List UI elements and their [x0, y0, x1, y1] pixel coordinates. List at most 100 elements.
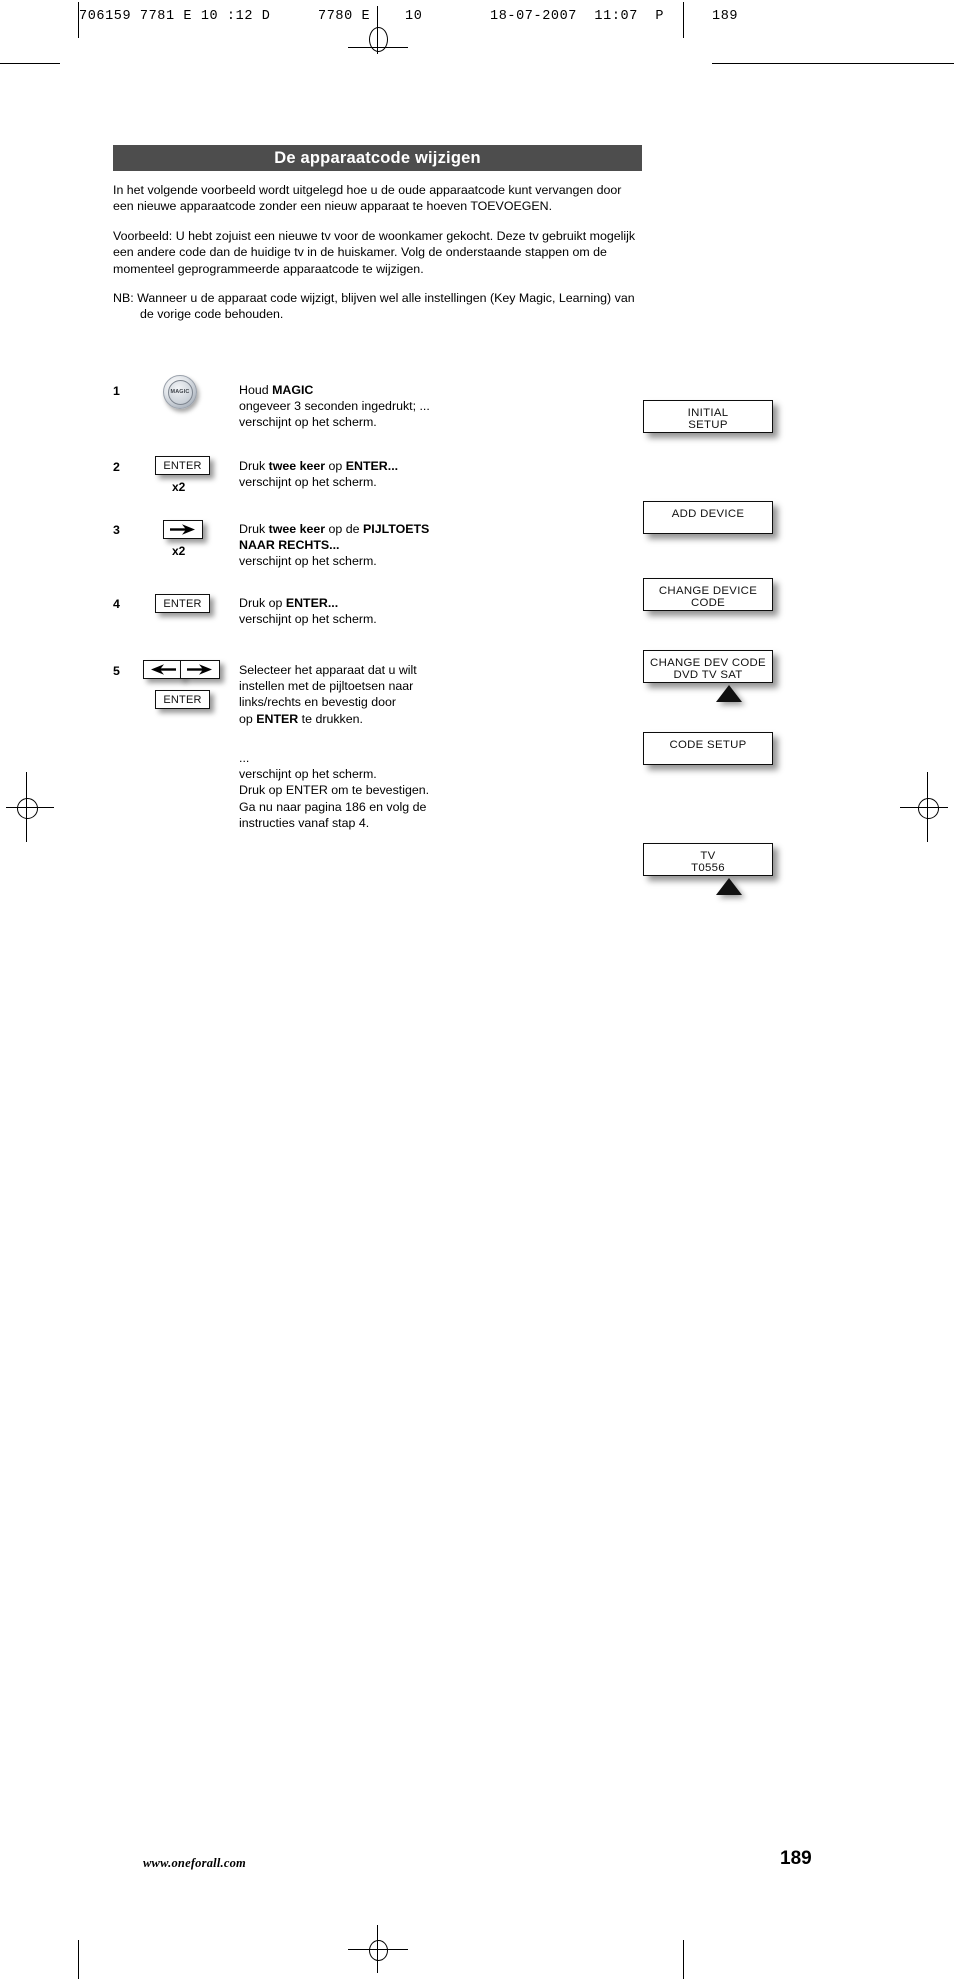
step3-line1-b: twee keer: [268, 522, 326, 536]
display-change-device-code: CHANGE DEVICE CODE: [643, 578, 773, 611]
magic-button-icon[interactable]: MAGIC: [163, 375, 197, 409]
enter-key-label-step4: ENTER: [163, 597, 202, 610]
step-number-5: 5: [113, 664, 120, 678]
display-add-device-line1: ADD DEVICE: [671, 508, 745, 520]
trim-rule-right: [712, 63, 954, 64]
step1-line1-bold: MAGIC: [272, 383, 314, 397]
arrow-right-key-step3[interactable]: [163, 520, 203, 539]
step3-line1-c: op de: [325, 522, 363, 536]
display-initial-setup-line1: INITIAL: [687, 407, 729, 419]
arrow-right-icon: [187, 664, 212, 675]
step1-line2: ongeveer 3 seconden ingedrukt; ...: [239, 399, 430, 414]
slug-divider-left: [78, 2, 79, 38]
step-text-4: Druk op ENTER... verschijnt op het scher…: [239, 595, 469, 627]
enter-key-label-step5: ENTER: [163, 693, 202, 706]
slug-divider-right: [683, 2, 684, 38]
step3-line3: verschijnt op het scherm.: [239, 554, 377, 569]
step-text-5: Selecteer het apparaat dat u wilt instel…: [239, 662, 469, 727]
printer-slug: 706159 7781 E 10 :12 D 7780 E 10 18-07-2…: [0, 4, 954, 32]
display-change-dev-code-line1: CHANGE DEV CODE: [650, 657, 766, 669]
step5-line4-a: op: [239, 711, 257, 726]
registration-mark-top-circle: [369, 27, 388, 52]
step5-line2: instellen met de pijltoetsen naar: [239, 679, 414, 694]
device-option-tv[interactable]: TV: [702, 669, 717, 681]
step1-line3: verschijnt op het scherm.: [239, 415, 377, 430]
arrow-right-key-step5[interactable]: [180, 660, 220, 679]
slug-datestamp: 18-07-2007 11:07 P: [490, 9, 665, 24]
step-text-1: Houd MAGIC ongeveer 3 seconden ingedrukt…: [239, 382, 469, 431]
arrow-right-icon: [170, 524, 195, 535]
magic-button-label: MAGIC: [167, 379, 193, 405]
display-change-dev-code: CHANGE DEV CODE DVD TV SAT: [643, 650, 773, 683]
step-text-3: Druk twee keer op de PIJLTOETS NAAR RECH…: [239, 521, 469, 570]
step5-tail-line1: ...: [239, 751, 250, 765]
step2-line1-b: twee keer: [268, 459, 326, 473]
enter-key-step5[interactable]: ENTER: [155, 690, 210, 709]
display-initial-setup: INITIAL SETUP: [643, 400, 773, 433]
step1-line1-plain: Houd: [239, 383, 273, 397]
trim-bar-bottom-left: [78, 1940, 79, 1979]
step2-line2: verschijnt op het scherm.: [239, 475, 377, 490]
step-number-4: 4: [113, 597, 120, 611]
display-change-device-code-line2: CODE: [690, 597, 726, 609]
step4-line1-b: ENTER...: [285, 596, 339, 610]
trim-rule-left: [0, 63, 60, 64]
page-title: De apparaatcode wijzigen: [113, 145, 642, 171]
display-change-dev-code-devices: DVD TV SAT: [644, 669, 772, 681]
footer-website-url[interactable]: www.oneforall.com: [143, 1856, 246, 1871]
step-number-3: 3: [113, 523, 120, 537]
step5-tail-text: ... verschijnt op het scherm. Druk op EN…: [239, 750, 469, 831]
enter-key-step2[interactable]: ENTER: [155, 456, 210, 475]
page-canvas: 706159 7781 E 10 :12 D 7780 E 10 18-07-2…: [0, 0, 954, 1979]
step3-line1-a: Druk: [239, 522, 269, 536]
device-option-sat[interactable]: SAT: [720, 669, 742, 681]
step5-line3: links/rechts en bevestig door: [239, 695, 397, 710]
step2-line1-c: op: [325, 459, 346, 473]
slug-job-code: 706159 7781 E 10 :12 D: [79, 9, 271, 24]
selection-caret-tv-code: [716, 878, 742, 895]
step-text-2: Druk twee keer op ENTER... verschijnt op…: [239, 458, 469, 490]
step4-line1-a: Druk op: [239, 596, 286, 610]
step5-tail-line4: Ga nu naar pagina 186 en volg de: [239, 799, 427, 814]
slug-plate-code: 7780 E 10: [318, 9, 423, 24]
display-tv-code-line1: TV: [700, 850, 716, 862]
arrow-left-icon: [151, 664, 176, 675]
display-tv-code-line2: T0556: [691, 862, 725, 874]
step5-line4-c: te drukken.: [298, 711, 363, 726]
display-tv-code: TV T0556: [643, 843, 773, 876]
slug-page-marker: 189: [712, 9, 739, 24]
step5-tail-line5: instructies vanaf stap 4.: [239, 815, 370, 830]
note-paragraph: NB: Wanneer u de apparaat code wijzigt, …: [113, 290, 645, 323]
example-paragraph: Voorbeeld: U hebt zojuist een nieuwe tv …: [113, 229, 636, 276]
display-code-setup: CODE SETUP: [643, 732, 773, 765]
arrow-left-key-step5[interactable]: [143, 660, 183, 679]
step3-line1-d: PIJLTOETS: [363, 522, 430, 536]
step5-line4-b: ENTER: [256, 711, 299, 726]
footer-page-number: 189: [780, 1848, 812, 1869]
display-code-setup-line1: CODE SETUP: [669, 739, 747, 751]
registration-mark-left-circle: [17, 798, 38, 819]
enter-key-step4[interactable]: ENTER: [155, 594, 210, 613]
registration-mark-bottom-circle: [369, 1940, 388, 1961]
repeat-x2-step3: x2: [172, 544, 186, 558]
enter-key-label: ENTER: [163, 459, 202, 472]
step5-tail-line3: Druk op ENTER om te bevestigen.: [239, 783, 430, 798]
device-option-dvd[interactable]: DVD: [673, 669, 698, 681]
selection-caret-change-dev-code: [716, 685, 742, 702]
display-initial-setup-line2: SETUP: [688, 419, 728, 431]
step2-line1-d: ENTER...: [345, 459, 399, 473]
display-add-device: ADD DEVICE: [643, 501, 773, 534]
registration-mark-right-circle: [918, 798, 939, 819]
step5-line1: Selecteer het apparaat dat u wilt: [239, 663, 417, 677]
trim-bar-bottom-right: [683, 1940, 684, 1979]
step5-tail-line2: verschijnt op het scherm.: [239, 767, 377, 782]
step-number-1: 1: [113, 384, 120, 398]
step2-line1-a: Druk: [239, 459, 269, 473]
note-text: NB: Wanneer u de apparaat code wijzigt, …: [113, 291, 635, 322]
step3-line2: NAAR RECHTS...: [239, 538, 340, 553]
step-number-2: 2: [113, 460, 120, 474]
display-change-device-code-line1: CHANGE DEVICE: [658, 585, 758, 597]
intro-paragraph: In het volgende voorbeeld wordt uitgeleg…: [113, 183, 622, 214]
step4-line2: verschijnt op het scherm.: [239, 612, 377, 627]
repeat-x2-step2: x2: [172, 480, 186, 494]
